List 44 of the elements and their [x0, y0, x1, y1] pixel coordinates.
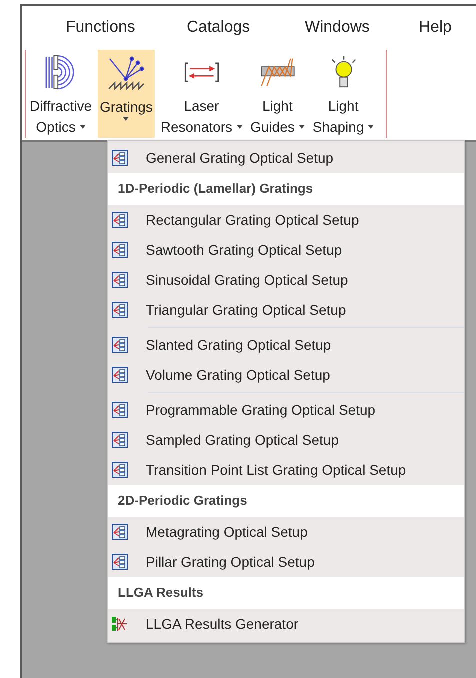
grating-icon: [106, 55, 146, 91]
dropdown-item[interactable]: LLGA Results Generator: [108, 609, 464, 639]
setup-icon: [112, 524, 128, 540]
dropdown-item[interactable]: Programmable Grating Optical Setup: [108, 395, 464, 425]
setup-icon: [112, 242, 128, 258]
ribbon-button[interactable]: Diffractive Optics: [28, 50, 94, 138]
dropdown-item[interactable]: Sampled Grating Optical Setup: [108, 425, 464, 455]
dropdown-item[interactable]: Volume Grating Optical Setup: [108, 360, 464, 390]
dropdown-item[interactable]: Pillar Grating Optical Setup: [108, 547, 464, 577]
setup-icon: [112, 432, 128, 448]
menu-item[interactable]: Help: [419, 19, 470, 37]
setup-icon: [112, 272, 128, 288]
menu-section-header: LLGA Results: [108, 577, 464, 609]
setup-icon: [112, 367, 128, 383]
dropdown-item[interactable]: Rectangular Grating Optical Setup: [108, 205, 464, 235]
setup-icon: [112, 337, 128, 353]
menu-item[interactable]: Catalogs: [187, 19, 305, 37]
menu-section-header: 2D-Periodic Gratings: [108, 485, 464, 517]
menu-item[interactable]: Functions: [66, 19, 187, 37]
ribbon-button[interactable]: Laser Resonators: [158, 50, 244, 138]
dropdown-item[interactable]: Triangular Grating Optical Setup: [108, 295, 464, 325]
dropdown-item[interactable]: Sawtooth Grating Optical Setup: [108, 235, 464, 265]
dropdown-item[interactable]: Sinusoidal Grating Optical Setup: [108, 265, 464, 295]
ribbon-button[interactable]: Gratings: [98, 50, 155, 138]
setup-icon: [112, 402, 128, 418]
setup-icon: [112, 554, 128, 570]
ribbon-button[interactable]: Light Shaping: [310, 50, 376, 138]
dropdown-item[interactable]: Metagrating Optical Setup: [108, 517, 464, 547]
dropdown-item[interactable]: Transition Point List Grating Optical Setup: [108, 455, 464, 485]
caret-icon: [80, 125, 86, 129]
dropdown-item[interactable]: General Grating Optical Setup: [108, 143, 464, 173]
generator-icon: [112, 616, 128, 632]
setup-icon: [112, 302, 128, 318]
caret-icon: [123, 117, 130, 121]
ribbon-button[interactable]: Light Guides: [248, 50, 307, 138]
menu-section-header: 1D-Periodic (Lamellar) Gratings: [108, 173, 464, 205]
caret-icon: [368, 125, 374, 129]
setup-icon: [112, 212, 128, 228]
setup-icon: [112, 150, 128, 166]
caret-icon: [236, 125, 242, 129]
dropdown-item[interactable]: Slanted Grating Optical Setup: [108, 330, 464, 360]
setup-icon: [112, 462, 128, 478]
menu-item[interactable]: Windows: [305, 19, 419, 37]
caret-icon: [298, 125, 305, 129]
